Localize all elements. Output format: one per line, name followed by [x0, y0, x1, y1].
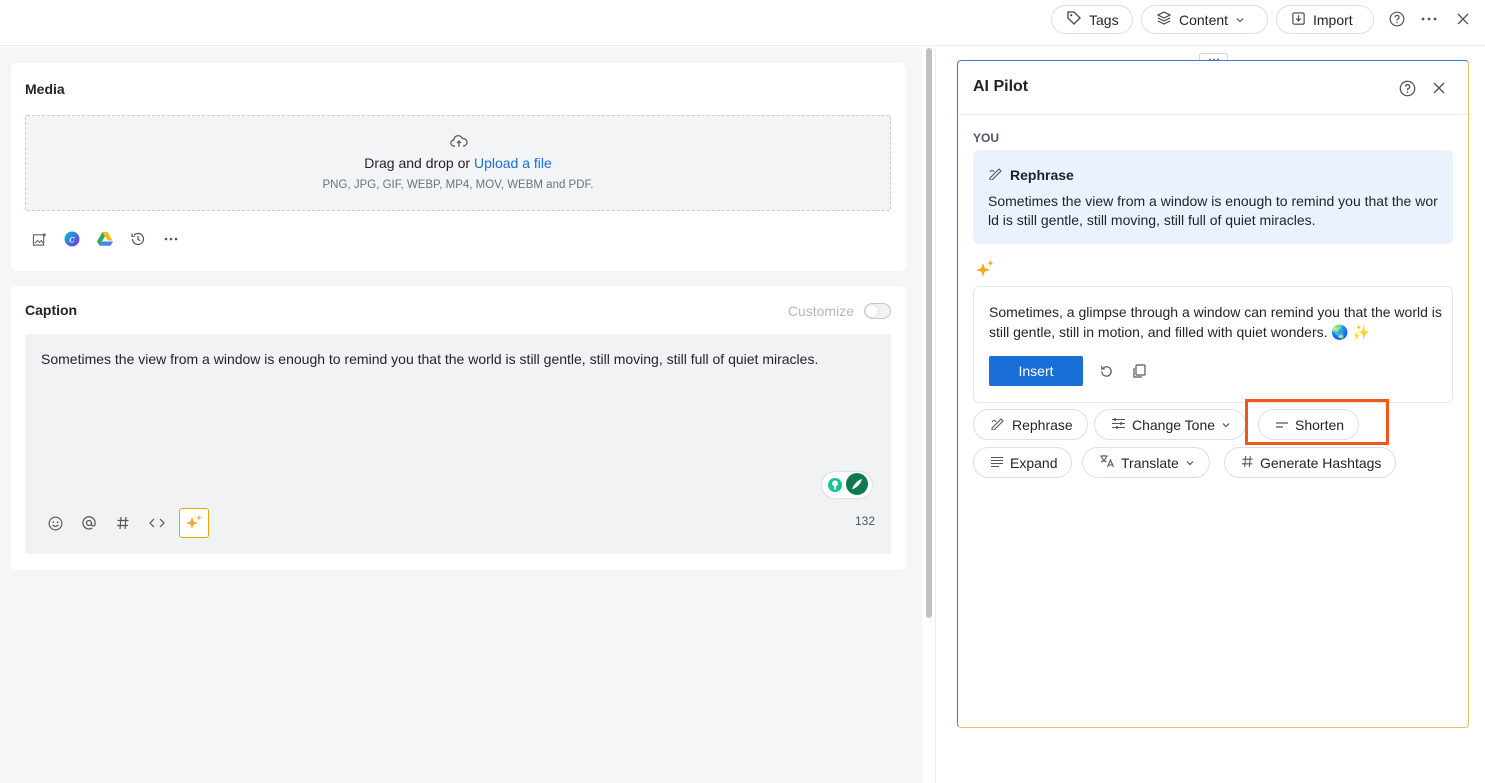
tags-button[interactable]: Tags	[1051, 5, 1133, 34]
generate-hashtags-label: Generate Hashtags	[1260, 454, 1382, 471]
ai-pilot-panel: AI Pilot YOU Rephrase Sometimes the view…	[957, 60, 1469, 728]
history-icon[interactable]	[130, 231, 146, 247]
mention-icon[interactable]	[81, 515, 97, 531]
code-icon[interactable]	[149, 515, 165, 531]
media-dropzone[interactable]: Drag and drop or Upload a file PNG, JPG,…	[25, 115, 891, 211]
more-options-icon[interactable]	[1420, 10, 1438, 28]
ai-pilot-title: AI Pilot	[973, 78, 1029, 95]
regenerate-icon[interactable]	[1098, 363, 1114, 379]
import-button[interactable]: Import	[1276, 5, 1374, 34]
editor-pane: Media Drag and drop or Upload a file PNG…	[0, 47, 922, 783]
grammarly-icon	[828, 473, 868, 495]
translate-icon	[1099, 454, 1115, 471]
character-count: 132	[854, 514, 875, 528]
content-label: Content	[1179, 11, 1229, 28]
user-request-bubble: Rephrase Sometimes the view from a windo…	[973, 150, 1453, 244]
add-image-icon[interactable]	[31, 231, 47, 247]
request-text: Sometimes the view from a window is enou…	[988, 193, 1438, 228]
generate-hashtags-chip[interactable]: Generate Hashtags	[1224, 447, 1397, 478]
editor-scrollbar[interactable]	[926, 48, 932, 618]
emoji-icon[interactable]	[47, 515, 63, 531]
rephrase-icon	[988, 166, 1004, 183]
close-icon[interactable]	[1454, 10, 1472, 28]
ai-sparkle-icon	[975, 259, 995, 284]
translate-chip[interactable]: Translate	[1082, 447, 1210, 478]
response-text: Sometimes, a glimpse through a window ca…	[989, 304, 1442, 340]
customize-label: Customize	[787, 303, 854, 319]
google-drive-icon[interactable]	[97, 231, 113, 247]
media-title: Media	[25, 81, 65, 97]
help-icon[interactable]	[1388, 10, 1406, 28]
rephrase-chip-icon	[990, 416, 1006, 433]
dropzone-text: Drag and drop or Upload a file	[26, 155, 890, 171]
expand-chip[interactable]: Expand	[973, 447, 1073, 478]
rephrase-chip-label: Rephrase	[1012, 416, 1073, 433]
canva-icon[interactable]: c	[64, 231, 80, 247]
change-tone-label: Change Tone	[1132, 416, 1216, 433]
sliders-icon	[1111, 417, 1126, 433]
svg-text:c: c	[69, 235, 75, 246]
hashtag-icon[interactable]	[115, 515, 131, 531]
media-card: Media Drag and drop or Upload a file PNG…	[11, 63, 906, 271]
chevron-down-icon	[1221, 417, 1231, 433]
caption-title: Caption	[25, 302, 78, 318]
expand-icon	[990, 455, 1004, 471]
import-label: Import	[1313, 11, 1353, 28]
caption-editor[interactable]: Sometimes the view from a window is enou…	[25, 334, 891, 554]
upload-file-link[interactable]: Upload a file	[474, 155, 552, 171]
customize-toggle[interactable]	[864, 303, 891, 319]
insert-button[interactable]: Insert	[989, 356, 1083, 386]
more-media-icon[interactable]	[163, 231, 179, 247]
you-label: YOU	[973, 131, 1000, 145]
shorten-highlight-box	[1245, 399, 1389, 445]
ai-assist-button[interactable]	[179, 508, 209, 538]
chevron-down-icon	[1185, 455, 1195, 471]
supported-formats: PNG, JPG, GIF, WEBP, MP4, MOV, WEBM and …	[322, 179, 594, 191]
change-tone-chip[interactable]: Change Tone	[1094, 409, 1247, 440]
tag-icon	[1066, 10, 1082, 29]
sparkle-icon	[186, 515, 202, 529]
caption-card: Caption Customize Sometimes the view fro…	[11, 286, 906, 570]
content-dropdown[interactable]: Content	[1141, 5, 1268, 34]
expand-label: Expand	[1010, 454, 1058, 471]
ai-response-card: Sometimes, a glimpse through a window ca…	[973, 286, 1453, 403]
translate-label: Translate	[1121, 454, 1179, 471]
cloud-upload-icon	[450, 134, 468, 153]
tags-label: Tags	[1089, 11, 1119, 28]
import-icon	[1291, 11, 1306, 29]
request-action: Rephrase	[988, 166, 1074, 183]
hashtag-chip-icon	[1241, 455, 1254, 471]
caption-toolbar	[47, 508, 209, 538]
ai-pilot-header: AI Pilot	[958, 61, 1468, 115]
request-action-label: Rephrase	[1010, 166, 1074, 183]
grammarly-widget[interactable]	[822, 472, 872, 498]
rephrase-chip[interactable]: Rephrase	[973, 409, 1088, 440]
copy-icon[interactable]	[1131, 363, 1147, 379]
drag-drop-text: Drag and drop or	[364, 155, 471, 171]
ai-help-icon[interactable]	[1398, 79, 1416, 97]
media-toolbar: c	[31, 231, 179, 247]
layers-icon	[1156, 10, 1172, 29]
ai-close-icon[interactable]	[1430, 79, 1448, 97]
caption-text[interactable]: Sometimes the view from a window is enou…	[41, 351, 818, 367]
chevron-down-icon	[1235, 12, 1245, 28]
top-bar: Tags Content Import	[0, 0, 1485, 46]
